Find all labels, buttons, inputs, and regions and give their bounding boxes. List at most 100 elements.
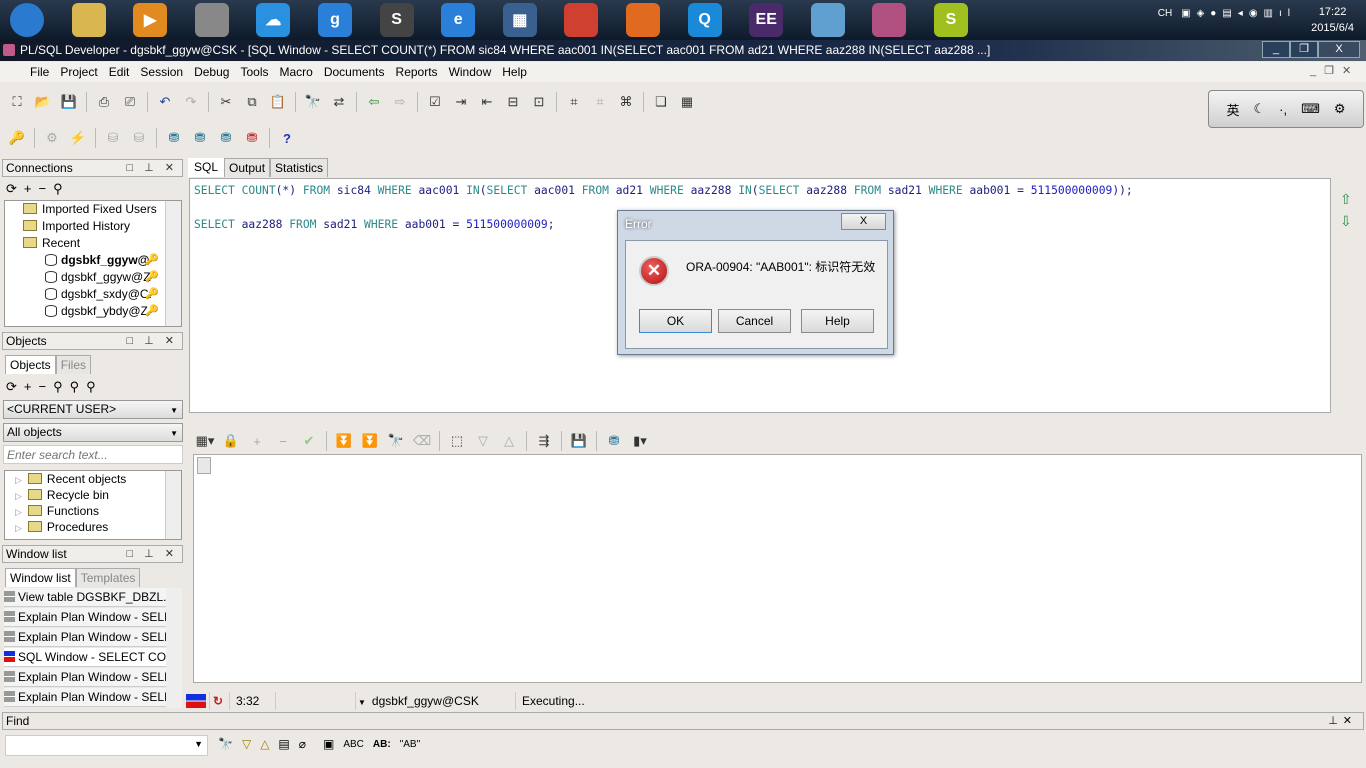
db-run-icon[interactable]: ⛃ xyxy=(217,129,235,147)
print-icon[interactable]: ⎙ xyxy=(95,93,113,111)
file-explorer-icon[interactable] xyxy=(71,3,106,37)
mdi-controls[interactable]: _❐✕ xyxy=(1310,64,1359,77)
window-list-item[interactable]: Explain Plan Window - SELECT xyxy=(4,628,166,647)
connection-item[interactable]: Imported Fixed Users xyxy=(23,201,181,218)
expand-icon[interactable]: ▷ xyxy=(15,523,22,533)
logon-icon[interactable]: 🔑 xyxy=(8,129,26,147)
cut-icon[interactable]: ✂ xyxy=(217,93,235,111)
menu-window[interactable]: Window xyxy=(449,65,492,79)
tab-objects[interactable]: Objects xyxy=(5,355,56,374)
objects-toolbar[interactable]: ⟳+−⚲⚲⚲ xyxy=(6,379,103,395)
object-filter-select[interactable]: All objects xyxy=(3,423,183,442)
internet-explorer-icon[interactable]: e xyxy=(441,3,476,37)
whole-word-button[interactable]: AB: xyxy=(373,739,391,750)
chart-icon[interactable]: ▮▾ xyxy=(631,432,649,450)
export-results-icon[interactable]: ⇶ xyxy=(535,432,553,450)
undo-icon[interactable]: ↶ xyxy=(156,93,174,111)
ok-button[interactable]: OK xyxy=(639,309,712,333)
check-icon[interactable]: ☑ xyxy=(426,93,444,111)
execute-gear-icon[interactable]: ⚙ xyxy=(43,129,61,147)
db-link-icon[interactable]: ⛃ xyxy=(605,432,623,450)
menu-project[interactable]: Project xyxy=(60,65,97,79)
clear-icon[interactable]: ⌫ xyxy=(413,432,431,450)
clear-highlight-icon[interactable]: ⌀ xyxy=(299,737,306,751)
tab-templates[interactable]: Templates xyxy=(75,568,141,587)
tab-statistics[interactable]: Statistics xyxy=(270,158,329,177)
unindent-icon[interactable]: ⇤ xyxy=(478,93,496,111)
results-grid[interactable] xyxy=(193,454,1362,683)
connections-scrollbar[interactable] xyxy=(165,201,181,326)
cascade-icon[interactable]: ❏ xyxy=(652,93,670,111)
connection-item[interactable]: dgsbkf_ggyw@ 🔑 xyxy=(23,252,181,269)
video-app-icon[interactable]: ▦ xyxy=(502,3,537,37)
bookmark-icon[interactable]: ⌘ xyxy=(617,93,635,111)
menu-file[interactable]: File xyxy=(30,65,49,79)
window-list-scrollbar[interactable] xyxy=(166,588,182,708)
menu-session[interactable]: Session xyxy=(140,65,183,79)
connection-item[interactable]: dgsbkf_ggyw@Z 🔑 xyxy=(23,269,181,286)
chrome-icon[interactable] xyxy=(564,3,599,37)
ime-settings-icon[interactable]: ⚙ xyxy=(1334,101,1346,117)
tab-sql[interactable]: SQL xyxy=(188,158,225,177)
previous-arrow-icon[interactable]: ⇧ xyxy=(1340,188,1352,210)
tab-output[interactable]: Output xyxy=(224,158,271,177)
paste-icon[interactable]: 📋 xyxy=(269,93,287,111)
match-case-button[interactable]: ABC xyxy=(343,739,364,750)
object-folder[interactable]: ▷ Recent objects xyxy=(15,471,181,487)
find-input[interactable]: ▼ xyxy=(5,735,208,756)
sort-down-icon[interactable]: ▽ xyxy=(474,432,492,450)
commit-icon[interactable]: ⛁ xyxy=(104,129,122,147)
object-folder[interactable]: ▷ Procedures xyxy=(15,519,181,535)
ime-punctuation-icon[interactable]: ·, xyxy=(1279,102,1287,117)
regex-button[interactable]: "AB" xyxy=(400,739,420,750)
tab-files[interactable]: Files xyxy=(55,355,92,374)
find-icon[interactable]: 🔭 xyxy=(304,93,322,111)
ime-language-icon[interactable]: 英 xyxy=(1226,100,1239,119)
sql-db-icon[interactable]: ⛃ xyxy=(191,129,209,147)
object-folder[interactable]: ▷ Recycle bin xyxy=(15,487,181,503)
comment-icon[interactable]: ⌗ xyxy=(565,93,583,111)
window-list-item[interactable]: Explain Plan Window - SELECT xyxy=(4,668,166,687)
help-button[interactable]: Help xyxy=(801,309,874,333)
tab-window-list[interactable]: Window list xyxy=(5,568,76,587)
find-binoculars-icon[interactable]: 🔭 xyxy=(218,737,233,751)
fetch-last-icon[interactable]: ⏬ xyxy=(361,432,379,450)
delete-row-icon[interactable]: − xyxy=(274,432,292,450)
connection-item[interactable]: Imported History xyxy=(23,218,181,235)
menu-help[interactable]: Help xyxy=(502,65,527,79)
connection-item[interactable]: dgsbkf_ybdy@Z 🔑 xyxy=(23,303,181,320)
sort-up-icon[interactable]: △ xyxy=(500,432,518,450)
indent-icon[interactable]: ⇥ xyxy=(452,93,470,111)
db-icon[interactable]: ⛃ xyxy=(165,129,183,147)
window-list-item[interactable]: Explain Plan Window - SELECT xyxy=(4,608,166,627)
save-icon[interactable]: 💾 xyxy=(60,93,78,111)
menu-tools[interactable]: Tools xyxy=(240,65,268,79)
window-list-item[interactable]: SQL Window - SELECT COUN xyxy=(4,648,166,667)
connection-item[interactable]: Recent xyxy=(23,235,181,252)
menu-reports[interactable]: Reports xyxy=(396,65,438,79)
next-arrow-icon[interactable]: ⇩ xyxy=(1340,210,1352,232)
lowercase-icon[interactable]: ⊡ xyxy=(530,93,548,111)
baidu-cloud-icon[interactable]: ☁ xyxy=(256,3,291,37)
import-icon[interactable]: ⇦ xyxy=(365,93,383,111)
panel-controls[interactable]: □ ⊥ ✕ xyxy=(126,160,178,176)
language-indicator[interactable]: CH xyxy=(1158,8,1172,19)
menu-edit[interactable]: Edit xyxy=(109,65,130,79)
find-panel-controls[interactable]: ⊥✕ xyxy=(1328,713,1357,729)
app-green-icon[interactable]: S xyxy=(934,3,968,37)
find-next-icon[interactable]: ▽ xyxy=(242,737,251,751)
save-results-icon[interactable]: 💾 xyxy=(570,432,588,450)
close-button[interactable]: X xyxy=(1318,41,1360,58)
sublime-text-icon[interactable]: S xyxy=(379,3,414,37)
rollback-icon[interactable]: ⛁ xyxy=(130,129,148,147)
export-icon[interactable]: ⇨ xyxy=(391,93,409,111)
panel-controls[interactable]: □ ⊥ ✕ xyxy=(126,546,178,562)
objects-tree[interactable]: ▷ Recent objects ▷ Recycle bin ▷ Functions ▷ Pr… xyxy=(4,470,182,540)
find-previous-icon[interactable]: △ xyxy=(260,737,269,751)
add-row-icon[interactable]: + xyxy=(248,432,266,450)
ime-moon-icon[interactable]: ☾ xyxy=(1253,101,1265,117)
java-ee-ide-icon[interactable]: EE xyxy=(749,3,784,37)
db-stop-icon[interactable]: ⛃ xyxy=(243,129,261,147)
objects-scrollbar[interactable] xyxy=(165,471,181,539)
break-icon[interactable]: ⚡ xyxy=(69,129,87,147)
